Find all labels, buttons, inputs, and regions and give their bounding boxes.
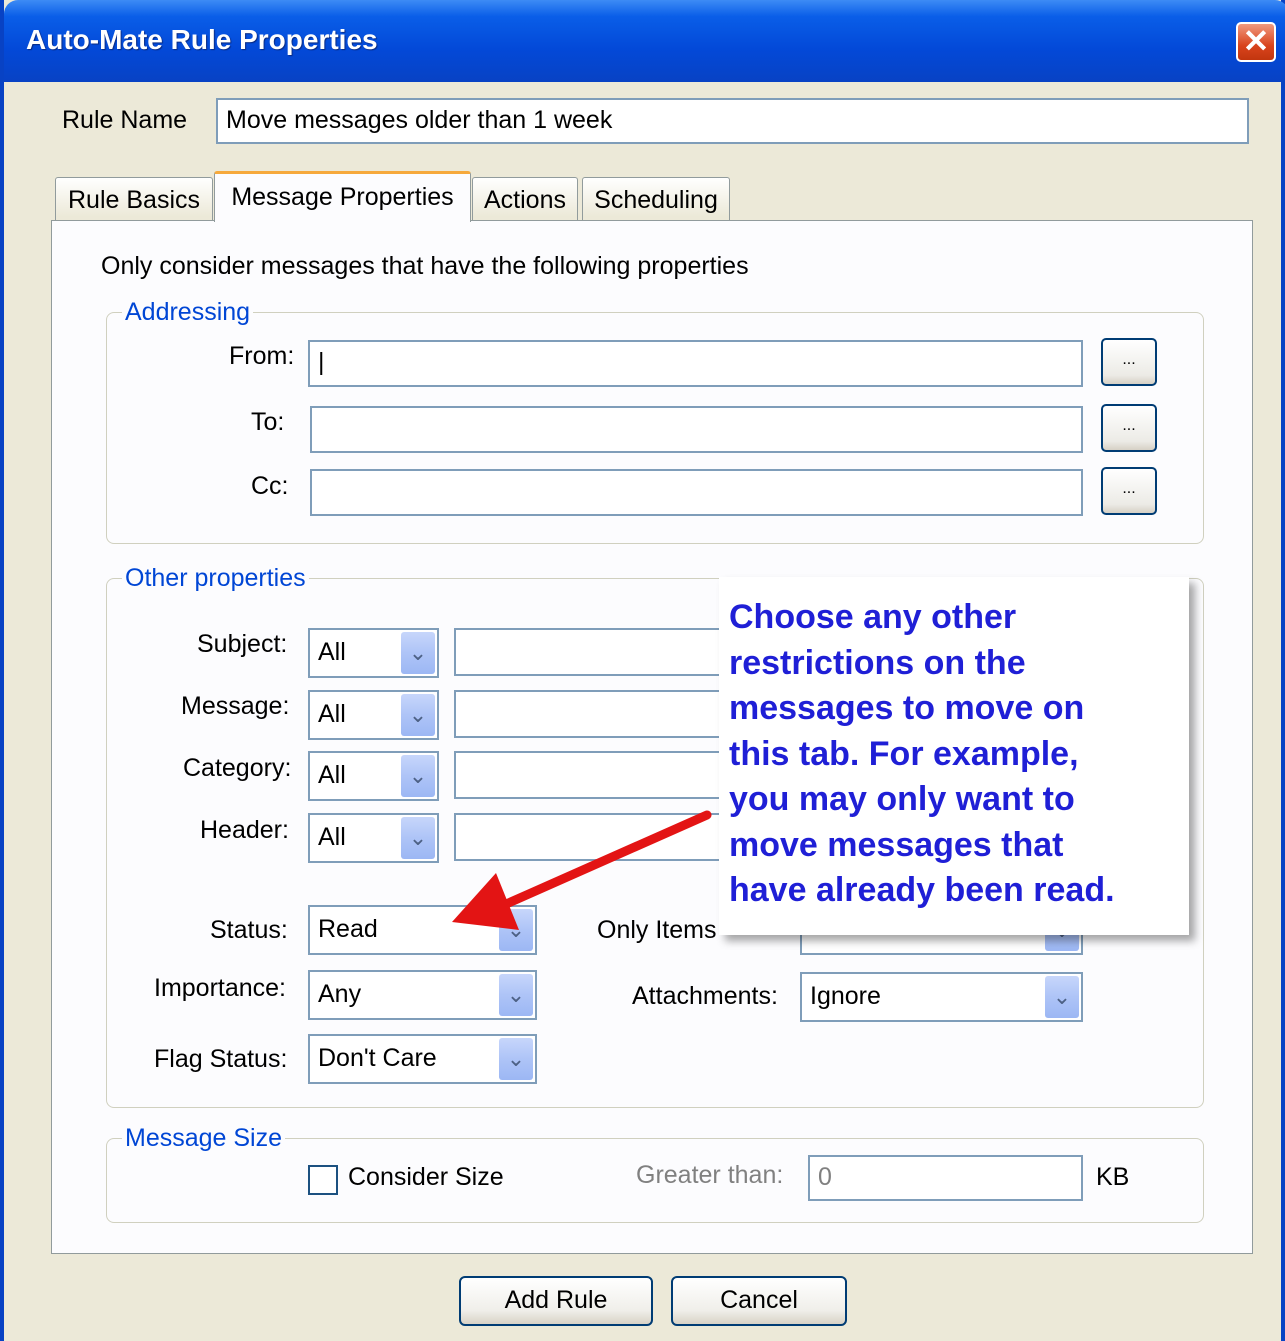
annotation-arrow-icon (452, 810, 712, 930)
dialog-window: Auto-Mate Rule Properties ✕ Rule Name Mo… (0, 0, 1285, 1341)
tab-message-properties[interactable]: Message Properties (214, 171, 471, 222)
